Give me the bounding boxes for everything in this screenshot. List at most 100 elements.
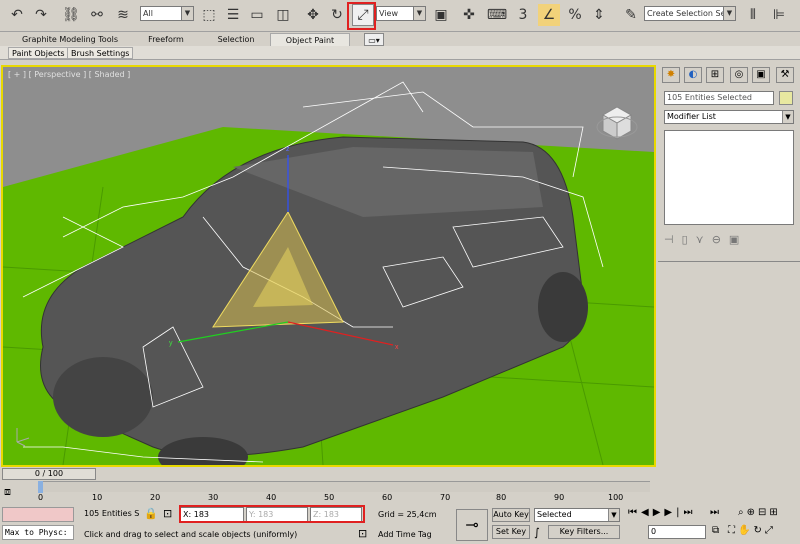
redo-icon[interactable]: ↷ bbox=[30, 4, 52, 26]
viewcube[interactable] bbox=[596, 106, 638, 140]
command-panel: ✸ ◐ ⊞ ◎ ▣ ⚒ 105 Entities Selected Modifi… bbox=[658, 65, 800, 467]
stack-tools-icons[interactable]: ⊣▯⋎⊖▣ bbox=[664, 233, 794, 249]
select-move-icon[interactable]: ✥ bbox=[302, 4, 324, 26]
tab-object-paint[interactable]: Object Paint bbox=[270, 33, 350, 46]
undo-icon[interactable]: ↶ bbox=[6, 4, 28, 26]
tick-30: 30 bbox=[208, 493, 219, 502]
playback-controls[interactable]: ⏮◀▶▶|⏭ bbox=[628, 507, 696, 518]
key-icon[interactable]: ⊸ bbox=[456, 509, 488, 541]
create-tab-icon[interactable]: ✸ bbox=[662, 67, 680, 83]
tick-90: 90 bbox=[554, 493, 565, 502]
selection-name-field[interactable]: 105 Entities Selected bbox=[664, 91, 774, 105]
percent-snap-icon[interactable]: % bbox=[564, 4, 586, 26]
chevron-down-icon: ▼ bbox=[782, 111, 793, 123]
tick-100: 100 bbox=[608, 493, 624, 502]
modifier-list-dropdown[interactable]: Modifier List ▼ bbox=[664, 110, 794, 124]
bind-space-warp-icon[interactable]: ≋ bbox=[112, 4, 134, 26]
window-crossing-icon[interactable]: ◫ bbox=[272, 4, 294, 26]
key-mode-toggle-icon[interactable]: ⏭ bbox=[710, 507, 719, 518]
navigation-controls[interactable]: ⛶✋↻⤢ bbox=[728, 525, 776, 536]
pivot-center-icon[interactable]: ▣ bbox=[430, 4, 452, 26]
edit-named-selections-icon[interactable]: ✎ bbox=[620, 4, 642, 26]
select-by-name-icon[interactable]: ☰ bbox=[222, 4, 244, 26]
tick-80: 80 bbox=[496, 493, 507, 502]
selection-filter-dropdown[interactable]: All ▼ bbox=[140, 6, 194, 21]
named-selection-sets-dropdown[interactable]: Create Selection Se ▼ bbox=[644, 6, 736, 21]
select-object-icon[interactable]: ⬚ bbox=[198, 4, 220, 26]
tick-10: 10 bbox=[92, 493, 103, 502]
modify-tab-icon[interactable]: ◐ bbox=[684, 67, 702, 83]
command-panel-tabs: ✸ ◐ ⊞ ◎ ▣ ⚒ bbox=[660, 67, 798, 85]
x-coordinate-field[interactable]: X: 183 bbox=[180, 507, 244, 522]
viewport-scene: z y x bbox=[3, 81, 654, 465]
select-rotate-icon[interactable]: ↻ bbox=[326, 4, 348, 26]
set-key-button[interactable]: Set Key bbox=[492, 525, 530, 539]
perspective-viewport[interactable]: z y x [ + ] [ Perspective ] [ Shaded ] bbox=[1, 65, 656, 467]
car-rear-wheel bbox=[538, 272, 588, 342]
lock-icon[interactable]: 🔒 bbox=[144, 507, 158, 520]
align-icon[interactable]: ⊫ bbox=[768, 4, 790, 26]
modifier-stack[interactable] bbox=[664, 130, 794, 225]
time-slider[interactable]: 0 / 100 bbox=[0, 467, 655, 481]
object-color-swatch[interactable] bbox=[779, 91, 793, 105]
select-link-icon[interactable]: ⛓ bbox=[60, 4, 82, 26]
chevron-down-icon: ▼ bbox=[608, 509, 619, 521]
paint-objects-panel[interactable]: Paint Objects bbox=[8, 47, 69, 59]
status-prompt: Click and drag to select and scale objec… bbox=[84, 530, 298, 539]
gizmo-x-letter: x bbox=[395, 344, 399, 351]
select-manipulate-icon[interactable]: ✜ bbox=[458, 4, 480, 26]
maxscript-listener[interactable]: Max to Physc: bbox=[2, 525, 74, 540]
time-config-icon[interactable]: ⧉ bbox=[712, 525, 719, 536]
track-bar-ruler bbox=[38, 481, 650, 492]
reference-coordinate-dropdown[interactable]: View ▼ bbox=[376, 6, 426, 21]
angle-snap-icon[interactable]: ∠ bbox=[538, 4, 560, 26]
unlink-icon[interactable]: ⚯ bbox=[86, 4, 108, 26]
grid-size: Grid = 25,4cm bbox=[378, 510, 437, 519]
current-frame-marker bbox=[38, 481, 43, 493]
absolute-mode-icon[interactable]: ⊡ bbox=[163, 507, 172, 520]
snaps-toggle-icon[interactable]: 3 bbox=[512, 4, 534, 26]
hierarchy-tab-icon[interactable]: ⊞ bbox=[706, 67, 724, 83]
chevron-down-icon: ▼ bbox=[413, 7, 425, 20]
key-filters-button[interactable]: Key Filters... bbox=[548, 525, 620, 539]
selection-region-icon[interactable]: ▭ bbox=[246, 4, 268, 26]
z-coordinate-field[interactable]: Z: 183 bbox=[310, 507, 362, 522]
display-tab-icon[interactable]: ▣ bbox=[752, 67, 770, 83]
gizmo-y-letter: y bbox=[169, 340, 173, 347]
y-coordinate-field[interactable]: Y: 183 bbox=[246, 507, 308, 522]
snap-label: 3 bbox=[518, 7, 528, 23]
ribbon-panel: Paint Objects Brush Settings bbox=[0, 46, 800, 60]
tab-graphite-modeling-tools[interactable]: Graphite Modeling Tools bbox=[20, 33, 120, 46]
car-hood bbox=[53, 357, 153, 437]
key-mode-dropdown[interactable]: Selected ▼ bbox=[534, 508, 620, 522]
tick-50: 50 bbox=[324, 493, 335, 502]
brush-settings-panel[interactable]: Brush Settings bbox=[67, 47, 134, 59]
tick-70: 70 bbox=[440, 493, 451, 502]
add-time-tag[interactable]: Add Time Tag bbox=[378, 530, 432, 539]
tick-40: 40 bbox=[266, 493, 277, 502]
mirror-icon[interactable]: ⫴ bbox=[742, 4, 764, 26]
time-tag-icon[interactable]: ⊡ bbox=[358, 527, 367, 540]
chevron-down-icon: ▼ bbox=[181, 7, 193, 20]
zoom-controls[interactable]: ⌕⊕⊟⊞ bbox=[738, 507, 781, 518]
ribbon-tabs: Graphite Modeling Tools Freeform Selecti… bbox=[0, 33, 800, 46]
track-bar[interactable]: ⧈ 0 10 20 30 40 50 60 70 80 90 100 bbox=[0, 481, 655, 505]
curve-editor-icon[interactable]: ⧈ bbox=[4, 485, 11, 499]
panel-divider bbox=[658, 261, 800, 262]
spinner-snap-icon[interactable]: ⇕ bbox=[588, 4, 610, 26]
auto-key-button[interactable]: Auto Key bbox=[492, 508, 530, 522]
listener-input[interactable] bbox=[2, 507, 74, 522]
tab-freeform[interactable]: Freeform bbox=[140, 33, 192, 46]
key-tangent-icon[interactable]: ∫ bbox=[534, 526, 540, 539]
select-scale-icon[interactable]: ⤢ bbox=[352, 4, 374, 26]
motion-tab-icon[interactable]: ◎ bbox=[730, 67, 748, 83]
time-slider-handle[interactable]: 0 / 100 bbox=[2, 468, 96, 480]
current-frame-field[interactable]: 0 bbox=[648, 525, 706, 539]
tab-selection[interactable]: Selection bbox=[210, 33, 262, 46]
utilities-tab-icon[interactable]: ⚒ bbox=[776, 67, 794, 83]
ribbon-options-icon[interactable]: ▭▾ bbox=[364, 33, 384, 46]
keyboard-shortcut-icon[interactable]: ⌨ bbox=[486, 4, 508, 26]
tick-0: 0 bbox=[38, 493, 44, 502]
tick-60: 60 bbox=[382, 493, 393, 502]
viewport-label[interactable]: [ + ] [ Perspective ] [ Shaded ] bbox=[8, 70, 130, 79]
